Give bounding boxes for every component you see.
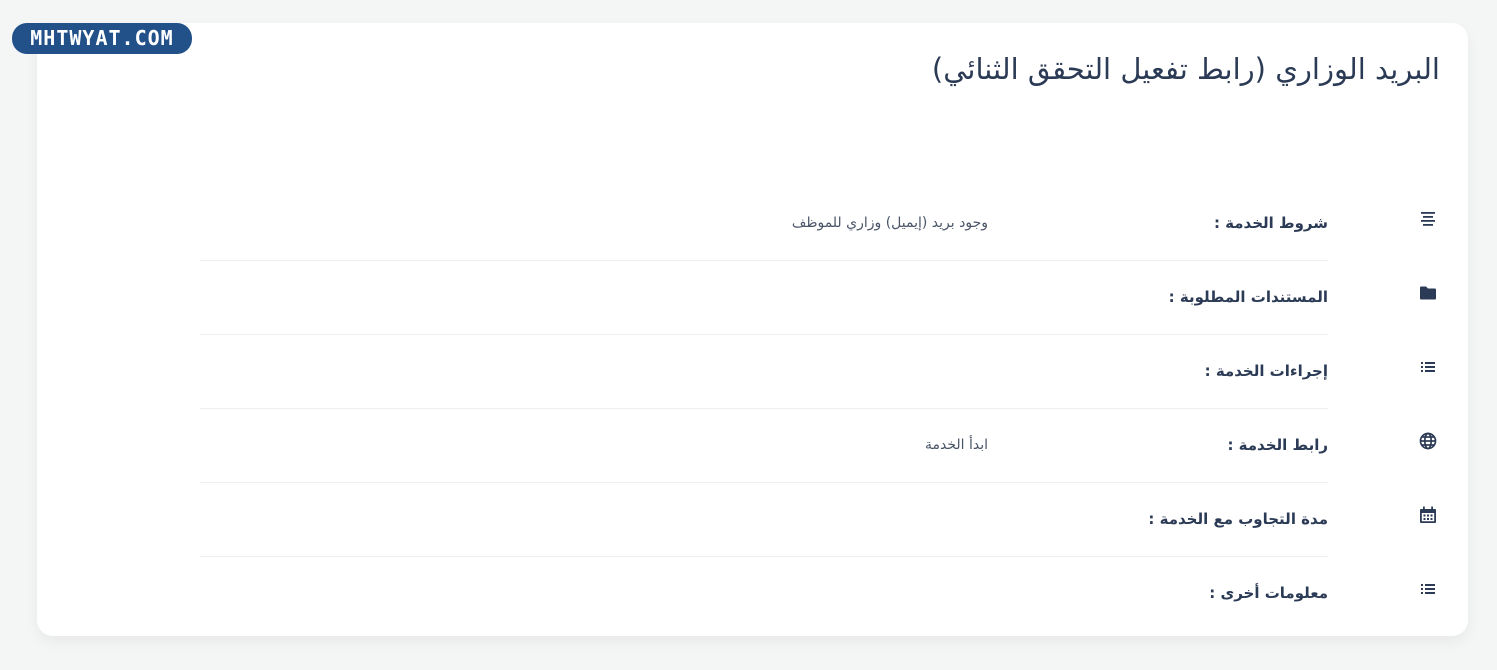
calendar-icon [1418,505,1442,529]
start-service-link[interactable]: ابدأ الخدمة [925,408,988,482]
service-link-row: رابط الخدمة : ابدأ الخدمة [200,408,1437,483]
folder-icon [1418,283,1442,307]
service-terms-row: شروط الخدمة : وجود بريد (إيميل) وزاري لل… [200,186,1435,261]
service-procedures-row: إجراءات الخدمة : [200,334,1435,409]
other-info-row: معلومات أخرى : [200,556,1435,630]
required-documents-row: المستندات المطلوبة : [200,260,1436,335]
list-icon [1418,579,1442,603]
globe-icon [1418,431,1442,455]
page-title: البريد الوزاري (رابط تفعيل التحقق الثنائ… [931,52,1440,86]
align-center-icon [1418,209,1442,233]
service-procedures-label: إجراءات الخدمة : [1204,362,1328,380]
required-documents-label: المستندات المطلوبة : [1168,288,1328,306]
response-duration-row: مدة التجاوب مع الخدمة : [200,482,1436,557]
list-icon [1418,357,1442,381]
service-link-label: رابط الخدمة : [1227,436,1328,454]
site-watermark-logo: MHTWYAT.COM [12,23,192,54]
service-terms-value: وجود بريد (إيميل) وزاري للموظف [791,215,988,231]
response-duration-label: مدة التجاوب مع الخدمة : [1148,510,1328,528]
service-terms-label: شروط الخدمة : [1213,214,1328,232]
other-info-label: معلومات أخرى : [1209,584,1328,602]
